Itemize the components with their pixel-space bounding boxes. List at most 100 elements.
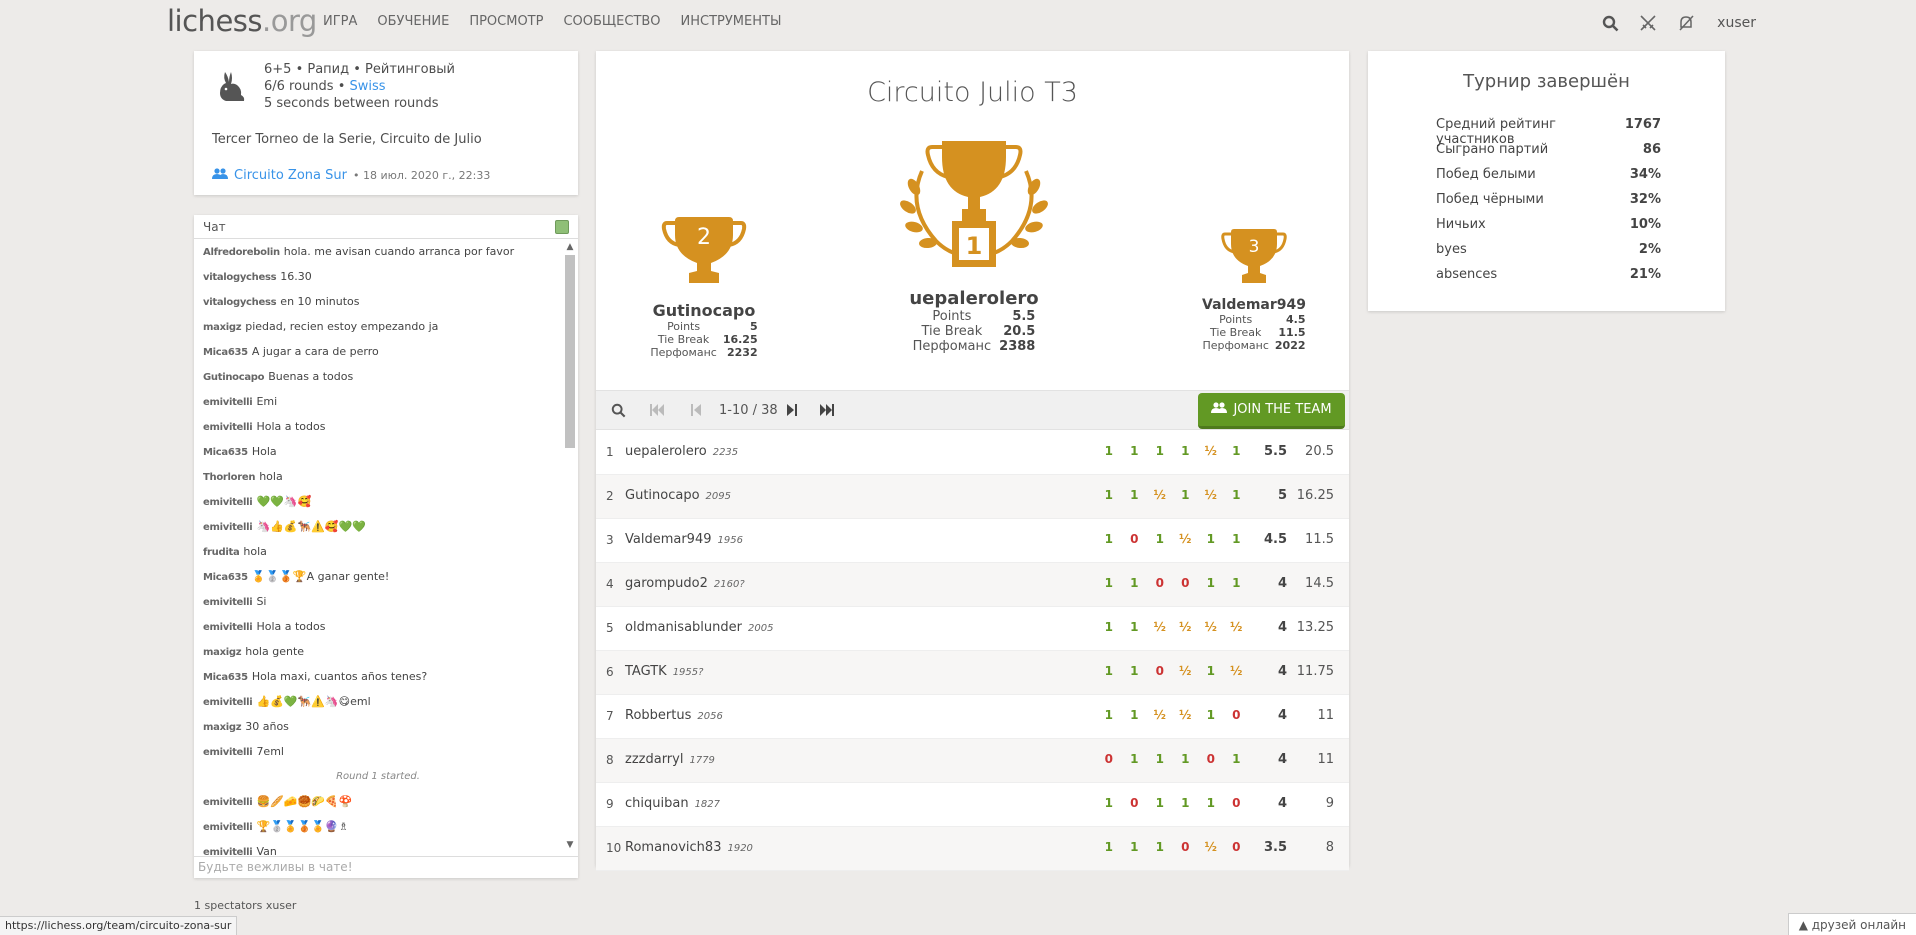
round-result[interactable]: 1: [1198, 708, 1224, 722]
round-result[interactable]: ½: [1224, 620, 1250, 634]
round-result[interactable]: 0: [1122, 532, 1148, 546]
nav-watch[interactable]: ПРОСМОТР: [469, 14, 543, 29]
nav-tools[interactable]: ИНСТРУМЕНТЫ: [681, 14, 782, 29]
challenge-swords-icon[interactable]: [1637, 12, 1659, 34]
round-result[interactable]: 1: [1122, 576, 1148, 590]
search-player-icon[interactable]: [608, 403, 628, 421]
round-result[interactable]: ½: [1147, 620, 1173, 634]
chat-username[interactable]: maxigz: [203, 647, 242, 658]
round-result[interactable]: 0: [1224, 708, 1250, 722]
standings-row[interactable]: 5 oldmanisablunder 2005 1 1 ½ ½ ½ ½ 4 13.25: [596, 607, 1349, 651]
round-result[interactable]: 1: [1096, 488, 1122, 502]
round-result[interactable]: 0: [1173, 840, 1199, 854]
chat-username[interactable]: emivitelli: [203, 697, 253, 708]
site-logo[interactable]: lichess.org: [167, 4, 317, 38]
user-menu[interactable]: xuser: [1717, 15, 1756, 31]
round-result[interactable]: 1: [1224, 444, 1250, 458]
swiss-link[interactable]: Swiss: [350, 79, 386, 94]
chat-username[interactable]: emivitelli: [203, 522, 253, 533]
round-result[interactable]: ½: [1173, 532, 1199, 546]
player-name[interactable]: garompudo2 2160?: [625, 576, 745, 591]
round-result[interactable]: 1: [1173, 796, 1199, 810]
standings-row[interactable]: 10 Romanovich83 1920 1 1 1 0 ½ 0 3.5 8: [596, 827, 1349, 871]
player-username[interactable]: Gutinocapo: [625, 488, 700, 503]
player-name[interactable]: TAGTK 1955?: [625, 664, 703, 679]
round-result[interactable]: 1: [1147, 840, 1173, 854]
chat-username[interactable]: Thorloren: [203, 472, 255, 483]
round-result[interactable]: ½: [1198, 488, 1224, 502]
chat-username[interactable]: emivitelli: [203, 422, 253, 433]
round-result[interactable]: 1: [1147, 532, 1173, 546]
round-result[interactable]: 1: [1173, 444, 1199, 458]
notifications-off-icon[interactable]: [1675, 12, 1697, 34]
chat-username[interactable]: Mica635: [203, 347, 248, 358]
round-result[interactable]: 1: [1173, 488, 1199, 502]
chat-input[interactable]: Будьте вежливы в чате!: [194, 856, 578, 878]
chat-username[interactable]: emivitelli: [203, 822, 253, 833]
player-name[interactable]: chiquiban 1827: [625, 796, 720, 811]
standings-row[interactable]: 8 zzzdarryl 1779 0 1 1 1 0 1 4 11: [596, 739, 1349, 783]
round-result[interactable]: 1: [1122, 752, 1148, 766]
chat-username[interactable]: emivitelli: [203, 797, 253, 808]
player-username[interactable]: TAGTK: [625, 664, 667, 679]
standings-row[interactable]: 4 garompudo2 2160? 1 1 0 0 1 1 4 14.5: [596, 563, 1349, 607]
standings-row[interactable]: 3 Valdemar949 1956 1 0 1 ½ 1 1 4.5 11.5: [596, 519, 1349, 563]
chat-username[interactable]: vitalogychess: [203, 297, 277, 308]
round-result[interactable]: ½: [1173, 708, 1199, 722]
standings-row[interactable]: 2 Gutinocapo 2095 1 1 ½ 1 ½ 1 5 16.25: [596, 475, 1349, 519]
round-result[interactable]: 1: [1224, 488, 1250, 502]
player-name[interactable]: Romanovich83 1920: [625, 840, 753, 855]
chat-username[interactable]: maxigz: [203, 322, 242, 333]
chat-username[interactable]: Gutinocapo: [203, 372, 265, 383]
player-name[interactable]: oldmanisablunder 2005: [625, 620, 773, 635]
scroll-thumb[interactable]: [565, 255, 575, 448]
standings-row[interactable]: 9 chiquiban 1827 1 0 1 1 1 0 4 9: [596, 783, 1349, 827]
round-result[interactable]: ½: [1198, 840, 1224, 854]
round-result[interactable]: 1: [1122, 708, 1148, 722]
round-result[interactable]: 1: [1198, 796, 1224, 810]
chat-username[interactable]: emivitelli: [203, 597, 253, 608]
chat-username[interactable]: emivitelli: [203, 847, 253, 855]
chat-username[interactable]: emivitelli: [203, 497, 253, 508]
player-username[interactable]: Robbertus: [625, 708, 691, 723]
player-username[interactable]: Valdemar949: [625, 532, 712, 547]
standings-row[interactable]: 1 uepalerolero 2235 1 1 1 1 ½ 1 5.5 20.5: [596, 431, 1349, 475]
podium-third-name[interactable]: Valdemar949: [1199, 297, 1309, 313]
round-result[interactable]: ½: [1173, 620, 1199, 634]
chat-username[interactable]: frudita: [203, 547, 240, 558]
round-result[interactable]: 1: [1147, 796, 1173, 810]
round-result[interactable]: 1: [1198, 532, 1224, 546]
round-result[interactable]: 1: [1096, 796, 1122, 810]
chat-username[interactable]: emivitelli: [203, 622, 253, 633]
chat-username[interactable]: Mica635: [203, 672, 248, 683]
round-result[interactable]: 0: [1173, 576, 1199, 590]
round-result[interactable]: 1: [1147, 444, 1173, 458]
join-team-button[interactable]: JOIN THE TEAM: [1198, 393, 1345, 429]
chat-username[interactable]: Mica635: [203, 447, 248, 458]
team-link[interactable]: Circuito Zona Sur: [234, 168, 347, 183]
first-page-icon[interactable]: [647, 403, 667, 421]
round-result[interactable]: 0: [1122, 796, 1148, 810]
chat-username[interactable]: maxigz: [203, 722, 242, 733]
round-result[interactable]: ½: [1198, 444, 1224, 458]
player-username[interactable]: Romanovich83: [625, 840, 721, 855]
player-name[interactable]: Gutinocapo 2095: [625, 488, 731, 503]
player-name[interactable]: Valdemar949 1956: [625, 532, 743, 547]
player-name[interactable]: Robbertus 2056: [625, 708, 723, 723]
player-username[interactable]: uepalerolero: [625, 444, 707, 459]
player-username[interactable]: garompudo2: [625, 576, 708, 591]
scroll-down-icon[interactable]: ▼: [564, 839, 576, 851]
chat-username[interactable]: emivitelli: [203, 747, 253, 758]
player-username[interactable]: zzzdarryl: [625, 752, 683, 767]
chat-scrollbar[interactable]: ▲ ▼: [564, 241, 576, 851]
scroll-up-icon[interactable]: ▲: [564, 241, 576, 253]
round-result[interactable]: 0: [1147, 576, 1173, 590]
chat-username[interactable]: Mica635: [203, 572, 248, 583]
next-page-icon[interactable]: [782, 403, 802, 421]
round-result[interactable]: 0: [1147, 664, 1173, 678]
round-result[interactable]: 1: [1224, 532, 1250, 546]
round-result[interactable]: 0: [1198, 752, 1224, 766]
player-name[interactable]: zzzdarryl 1779: [625, 752, 715, 767]
chat-username[interactable]: Alfredorebolin: [203, 247, 280, 258]
round-result[interactable]: ½: [1224, 664, 1250, 678]
